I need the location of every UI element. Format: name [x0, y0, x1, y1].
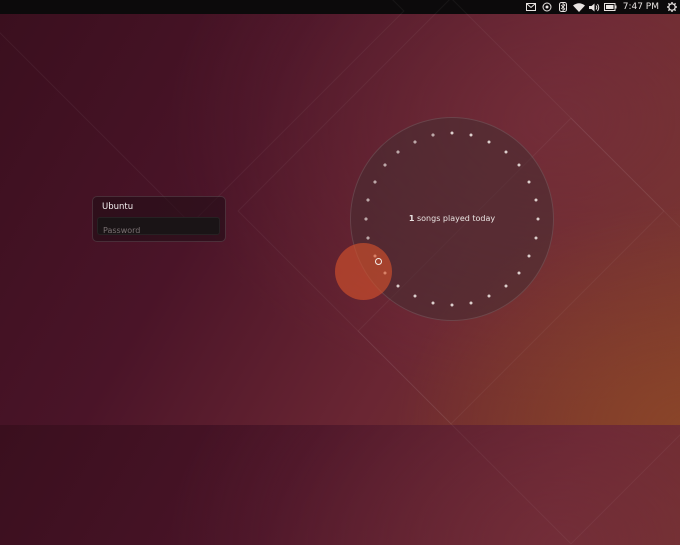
power-icon[interactable] — [664, 0, 680, 14]
activity-dot — [450, 131, 454, 135]
wifi-icon[interactable] — [571, 0, 587, 14]
activity-dot — [534, 198, 538, 202]
background-facet — [0, 0, 405, 225]
activity-dot — [396, 150, 400, 154]
activity-dot — [487, 140, 491, 144]
battery-icon[interactable] — [603, 0, 619, 14]
top-panel: 7:47 PM — [0, 0, 680, 14]
password-field[interactable] — [98, 222, 219, 239]
activity-dot — [383, 163, 387, 167]
activity-dot — [534, 236, 538, 240]
volume-icon[interactable] — [587, 0, 603, 14]
login-box: Ubuntu — [92, 196, 226, 242]
clock[interactable]: 7:47 PM — [619, 0, 664, 14]
activity-dot — [517, 271, 521, 275]
activity-dot — [527, 254, 531, 258]
songs-played-label: songs played today — [416, 214, 496, 223]
password-field-container — [97, 217, 220, 239]
activity-dot — [469, 301, 473, 305]
activity-dot — [504, 284, 508, 288]
activity-dot — [450, 303, 454, 307]
activity-dot — [431, 133, 435, 137]
bluetooth-icon[interactable] — [555, 0, 571, 14]
activity-dot — [373, 180, 377, 184]
activity-dot — [431, 301, 435, 305]
username-label[interactable]: Ubuntu — [102, 202, 133, 212]
activity-dot — [413, 294, 417, 298]
activity-dot — [413, 140, 417, 144]
mail-icon[interactable] — [523, 0, 539, 14]
activity-dot — [469, 133, 473, 137]
activity-dot — [396, 284, 400, 288]
activity-dot — [366, 236, 370, 240]
activity-dot — [517, 163, 521, 167]
info-circle-text: 1 songs played today — [350, 214, 554, 223]
highlight-blob — [335, 243, 392, 300]
activity-dot — [487, 294, 491, 298]
activity-dot — [366, 198, 370, 202]
activity-dot — [527, 180, 531, 184]
sound-menu-icon[interactable] — [539, 0, 555, 14]
songs-count: 1 — [408, 214, 415, 223]
activity-dot — [504, 150, 508, 154]
current-marker — [375, 258, 382, 265]
